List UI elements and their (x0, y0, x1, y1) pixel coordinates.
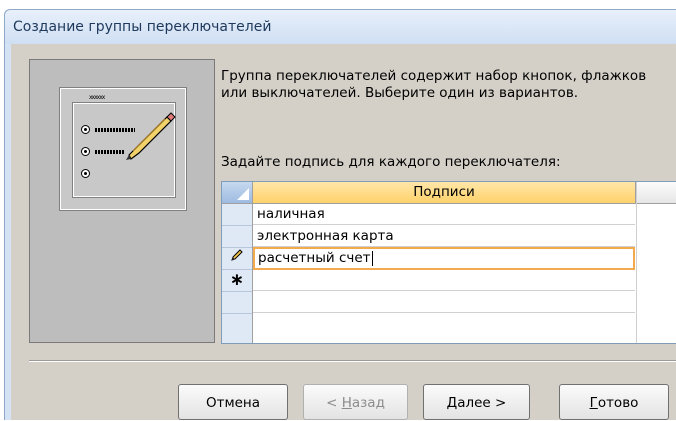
empty-column (636, 182, 676, 343)
title-bar[interactable]: Создание группы переключателей (5, 10, 676, 44)
label-row[interactable]: электронная карта (253, 226, 635, 247)
select-all-corner[interactable] (222, 182, 253, 203)
group-caption-placeholder: xxxxxx (89, 95, 123, 101)
row-selector-divider (222, 313, 252, 314)
separator-line (29, 360, 676, 362)
pencil-icon (222, 248, 252, 269)
next-access-key: Д (446, 395, 458, 411)
back-label: азад (351, 395, 385, 411)
description-text: Группа переключателей содержит набор кно… (221, 68, 647, 101)
blank-row (253, 292, 635, 313)
finish-access-key: Г (589, 395, 598, 411)
label-row-active[interactable]: расчетный счет (253, 247, 635, 270)
row-selector-divider (222, 225, 252, 226)
finish-button[interactable]: Готово (559, 384, 669, 420)
active-row-text: расчетный счет (258, 250, 371, 266)
option-group-illustration: xxxxxx (59, 87, 187, 211)
next-button[interactable]: Далее > (423, 384, 530, 420)
text-caret (371, 250, 373, 266)
back-button[interactable]: < Назад (303, 384, 408, 420)
radio-icon (81, 147, 90, 156)
cancel-button[interactable]: Отмена (178, 384, 288, 420)
pencil-icon (126, 112, 176, 160)
new-row-icon: ∗ (229, 270, 245, 290)
illustration-panel: xxxxxx (29, 59, 215, 343)
column-header-labels[interactable]: Подписи (253, 182, 636, 203)
radio-icon (81, 125, 90, 134)
label-row[interactable]: наличная (253, 204, 635, 225)
row-selector-divider (222, 291, 252, 292)
blank-row (253, 314, 635, 335)
wizard-window: Создание группы переключателей xxxxxx Гр… (4, 9, 676, 420)
finish-label: отово (597, 395, 639, 411)
wizard-body: xxxxxx Группа переключателей содержит на… (11, 44, 676, 420)
new-row[interactable] (253, 270, 635, 291)
labels-datasheet[interactable]: Подписи наличная электронная карта расче… (221, 181, 676, 344)
back-prefix: < (326, 395, 342, 411)
labels-prompt: Задайте подпись для каждого переключател… (221, 154, 561, 170)
window-title: Создание группы переключателей (13, 19, 272, 35)
back-access-key: Н (341, 395, 352, 411)
radio-icon (81, 169, 90, 178)
next-label: алее > (457, 395, 507, 411)
